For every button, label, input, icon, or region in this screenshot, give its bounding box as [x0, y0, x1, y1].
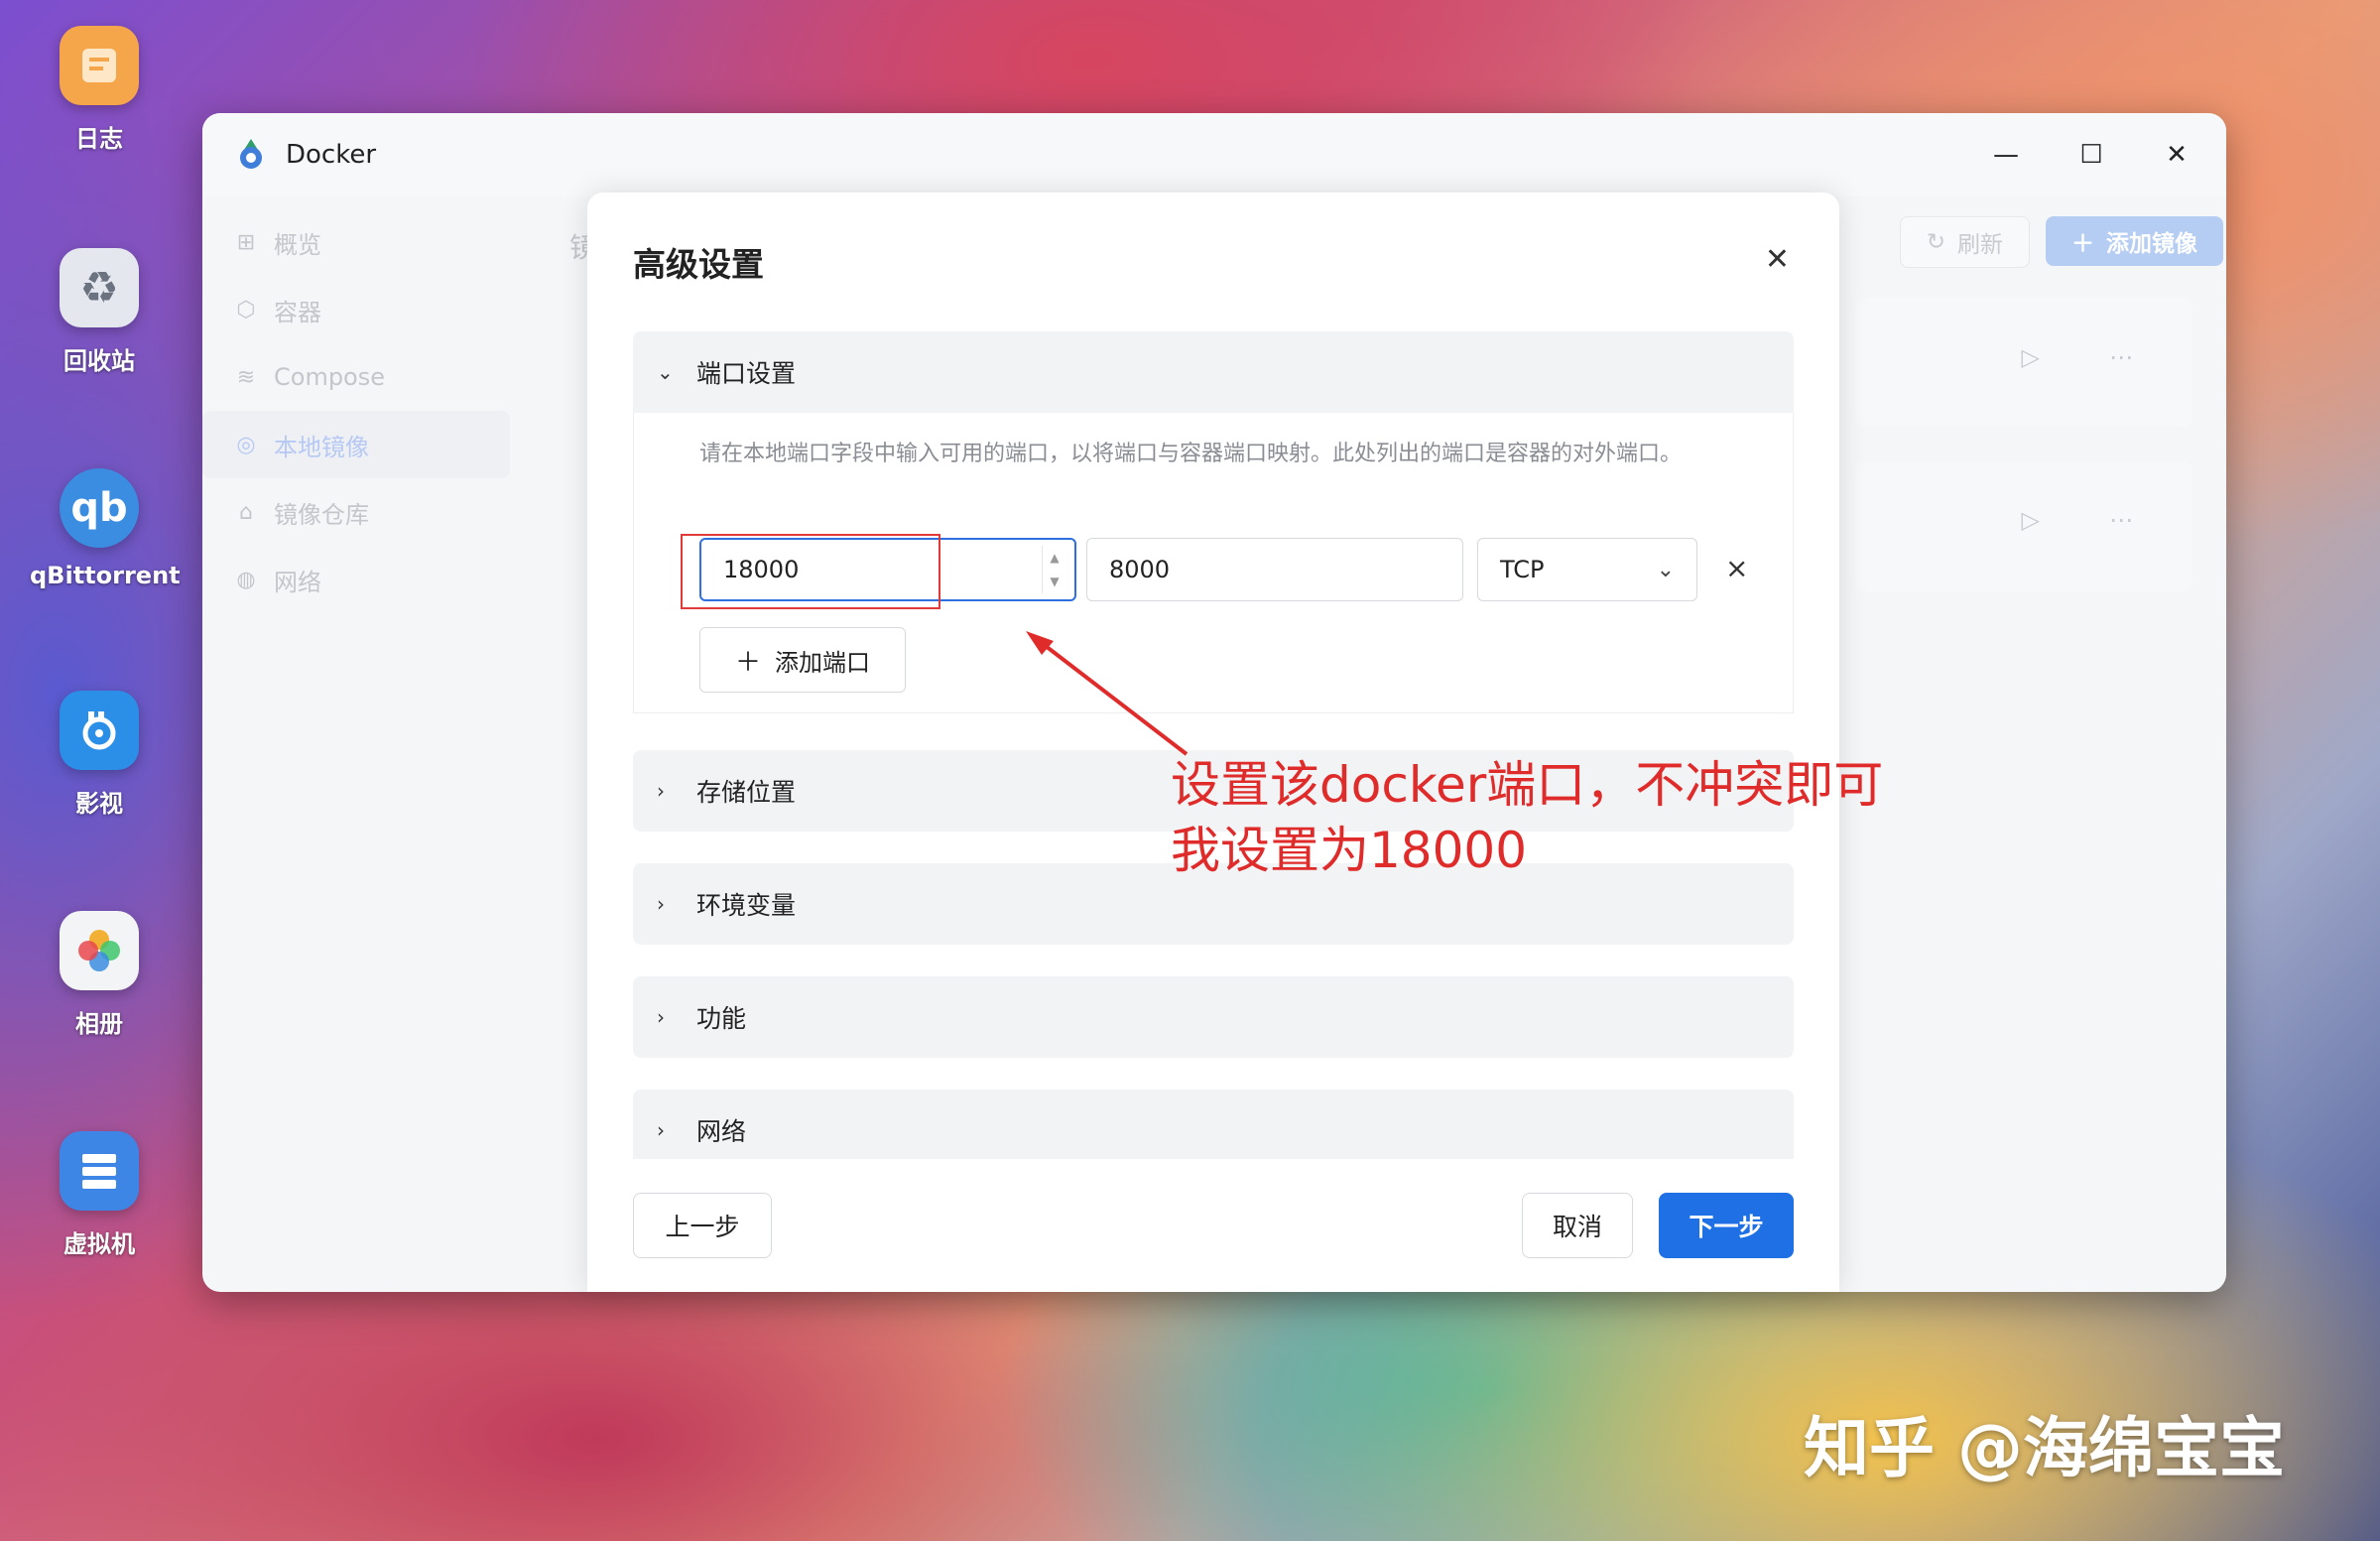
annotation-text: 设置该docker端口，不冲突即可 我设置为18000: [1171, 752, 1883, 883]
watermark: 知乎 @海绵宝宝: [1804, 1410, 2285, 1486]
annotation-line-2: 我设置为18000: [1171, 822, 1528, 879]
annotation-line-1: 设置该docker端口，不冲突即可: [1171, 756, 1884, 814]
